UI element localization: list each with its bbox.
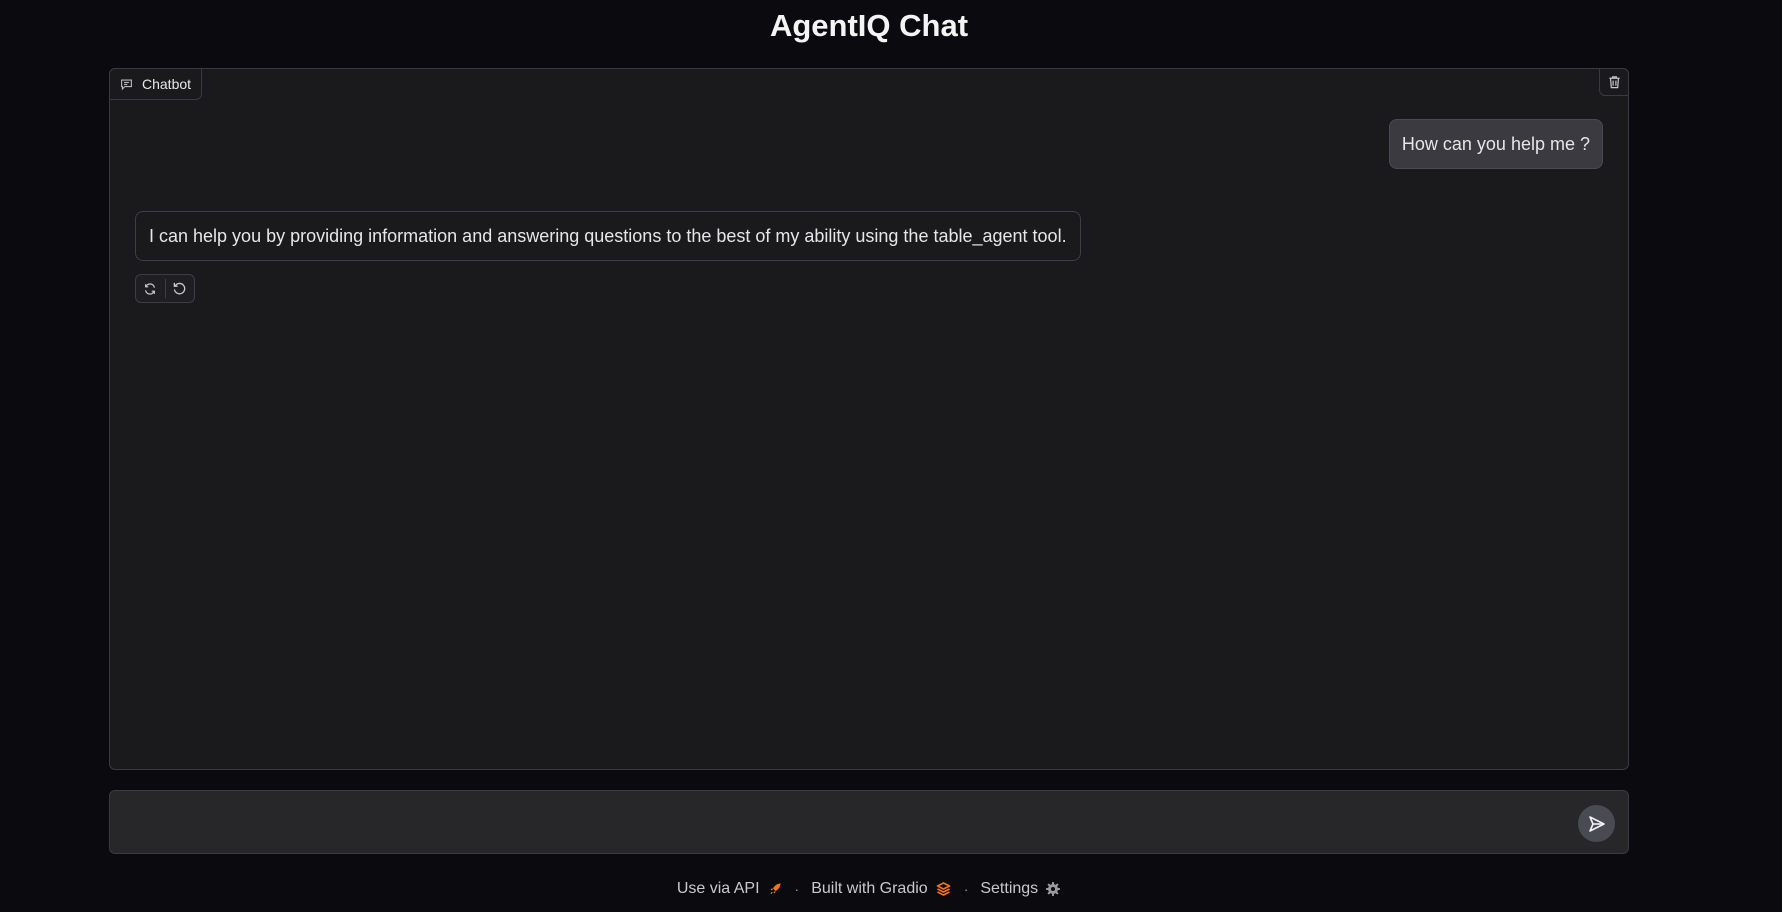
message-input[interactable] [124, 805, 1544, 841]
footer-separator: · [794, 881, 800, 897]
gradio-logo-icon [936, 882, 950, 896]
send-icon [1588, 815, 1605, 832]
use-via-api-label: Use via API [676, 880, 760, 897]
app-root: AgentIQ Chat Chatbot How can you help me… [0, 0, 1782, 912]
chat-bubble-icon [120, 78, 133, 91]
undo-button[interactable] [166, 275, 195, 302]
clear-chat-button[interactable] [1599, 68, 1629, 96]
trash-icon [1608, 76, 1620, 89]
user-message: How can you help me ? [1388, 119, 1603, 169]
message-actions [135, 274, 195, 303]
assistant-message-text: I can help you by providing information … [149, 225, 1067, 246]
use-via-api-link[interactable]: Use via API [677, 880, 783, 898]
retry-icon [145, 282, 156, 295]
settings-link[interactable]: Settings [980, 880, 1061, 898]
rocket-icon [770, 883, 781, 894]
retry-button[interactable] [136, 275, 165, 302]
send-button[interactable] [1578, 805, 1615, 842]
chatbot-label: Chatbot [109, 68, 203, 100]
settings-label: Settings [980, 880, 1039, 897]
page-title: AgentIQ Chat [769, 8, 969, 43]
chatbot-panel: Chatbot How can you help me ? I can help… [109, 68, 1629, 770]
footer: Use via API · Built with Gradio · Settin… [0, 877, 1738, 901]
undo-icon [173, 282, 186, 295]
footer-separator: · [963, 881, 969, 897]
built-with-gradio-label: Built with Gradio [811, 880, 928, 897]
assistant-message: I can help you by providing information … [135, 211, 1081, 261]
message-input-box [109, 790, 1629, 854]
gear-icon [1046, 882, 1061, 896]
chatbot-label-text: Chatbot [142, 76, 192, 92]
built-with-gradio-link[interactable]: Built with Gradio [811, 880, 952, 898]
user-message-text: How can you help me ? [1401, 133, 1590, 154]
